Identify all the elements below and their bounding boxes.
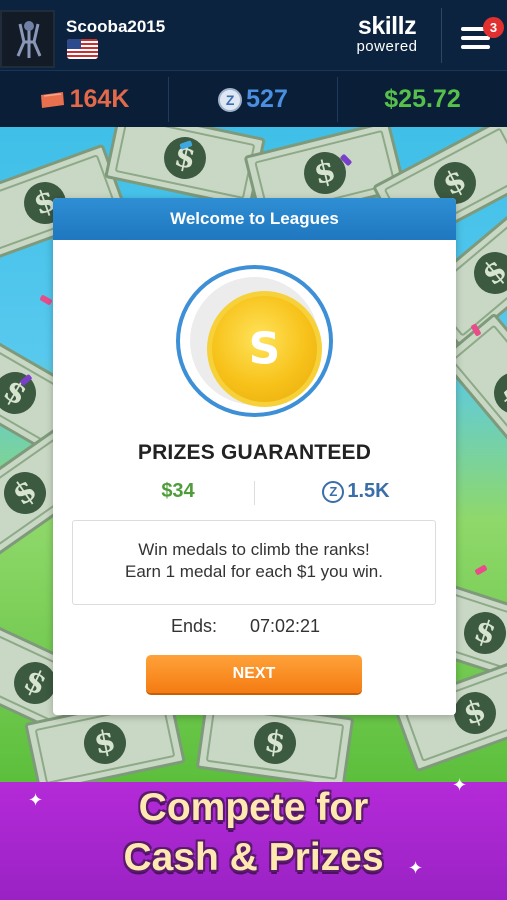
hamburger-line xyxy=(461,45,490,49)
info-box: Win medals to climb the ranks! Earn 1 me… xyxy=(72,520,436,605)
brand-tagline: powered xyxy=(356,38,418,55)
ends-label: Ends: xyxy=(171,616,218,636)
leagues-welcome-dialog: Welcome to Leagues S PRIZES GUARANTEED $… xyxy=(53,198,456,715)
cash-stat[interactable]: $25.72 xyxy=(338,71,507,128)
z-coins-value: 527 xyxy=(246,85,288,113)
prize-z-value: 1.5K xyxy=(347,480,390,502)
promo-headline-2: Cash & Prizes xyxy=(123,836,384,879)
next-button[interactable]: NEXT xyxy=(146,655,362,693)
tickets-stat[interactable]: 164K xyxy=(0,71,168,128)
medal-letter: S xyxy=(248,323,281,375)
hamburger-line xyxy=(461,36,490,40)
header-divider xyxy=(441,8,442,63)
dollar-bill-decoration xyxy=(104,127,266,209)
prize-cash-value: $34 xyxy=(161,480,195,502)
ticket-icon xyxy=(40,91,64,108)
ends-countdown: 07:02:21 xyxy=(250,616,321,636)
us-flag-icon xyxy=(67,39,98,59)
confetti-decoration xyxy=(474,564,488,576)
z-coins-stat[interactable]: Z 527 xyxy=(169,71,337,128)
gold-medal-icon: S xyxy=(207,291,322,407)
info-line-1: Win medals to climb the ranks! xyxy=(138,540,370,559)
medal-badge: S xyxy=(176,265,333,417)
prizes-title: PRIZES GUARANTEED xyxy=(137,441,372,464)
medal-ring-inner: S xyxy=(190,277,322,407)
notification-badge: 3 xyxy=(483,17,504,38)
z-coin-icon: Z xyxy=(218,87,243,112)
info-line-2: Earn 1 medal for each $1 you win. xyxy=(125,562,383,581)
promo-headline-1: Compete for xyxy=(138,786,369,829)
avatar-image xyxy=(2,12,53,66)
brand-name: skillz xyxy=(357,12,417,40)
z-coin-icon: Z xyxy=(322,480,345,503)
tickets-value: 164K xyxy=(69,85,130,113)
cash-value: $25.72 xyxy=(384,85,461,113)
avatar[interactable] xyxy=(0,10,55,68)
currency-bar: 164K Z 527 $25.72 xyxy=(0,70,507,127)
prize-divider xyxy=(254,481,255,505)
prize-z-coins: Z 1.5K xyxy=(301,480,411,503)
username[interactable]: Scooba2015 xyxy=(66,17,165,37)
top-header: Scooba2015 skillz powered 3 xyxy=(0,0,507,70)
skillz-logo: skillz powered xyxy=(346,14,428,55)
confetti-decoration xyxy=(39,294,53,306)
dialog-title: Welcome to Leagues xyxy=(53,198,456,240)
